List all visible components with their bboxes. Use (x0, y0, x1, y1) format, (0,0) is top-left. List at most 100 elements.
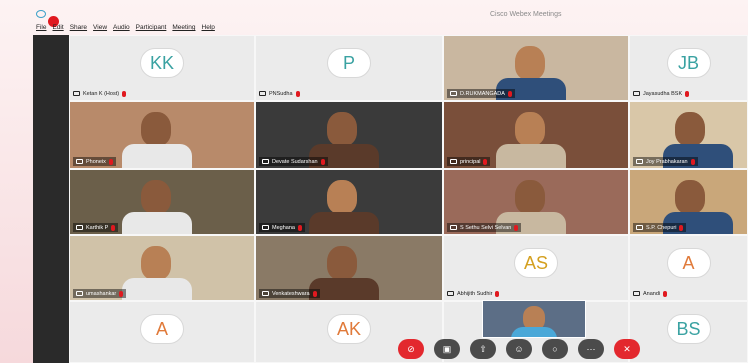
participant-face (515, 46, 545, 80)
video-button[interactable]: ▣ (434, 339, 460, 359)
more-button[interactable]: ⋯ (578, 339, 604, 359)
connection-icon (76, 291, 83, 296)
muted-mic-icon (108, 158, 113, 165)
muted-mic-icon (685, 90, 690, 97)
participant-avatar: AS (514, 248, 558, 278)
participant-face (141, 112, 171, 146)
participant-tile[interactable]: D.RUKMANGADA (443, 35, 629, 101)
connection-icon (633, 91, 640, 96)
participant-tile[interactable]: Joy Prabhakaran (629, 101, 748, 169)
participant-face (515, 180, 545, 214)
muted-mic-icon (663, 290, 668, 297)
participant-name-tag: Venkateshwara (259, 289, 320, 298)
participant-name: principal (460, 158, 481, 165)
menu-audio[interactable]: Audio (113, 24, 130, 34)
participant-name-tag: S Sethu Selvi Selvan (447, 223, 522, 232)
participant-body (496, 144, 566, 168)
participant-name-tag: Joy Prabhakaran (633, 157, 698, 166)
muted-mic-icon (679, 224, 684, 231)
participant-tile[interactable]: principal (443, 101, 629, 169)
participant-tile[interactable]: umashankar (69, 235, 255, 301)
participant-tile[interactable]: A Anandi (629, 235, 748, 301)
muted-mic-icon (483, 158, 488, 165)
participant-avatar: P (327, 48, 371, 78)
participant-grid: KK Ketan K (Host) P PNSudha D.RUKMANGADA JB Ja… (69, 35, 748, 363)
participant-name: Karthik P (86, 224, 109, 231)
participant-tile[interactable]: Venkateshwara (255, 235, 443, 301)
participant-face (675, 112, 705, 146)
participant-name: Ketan K (Host) (83, 90, 120, 97)
participant-face (327, 180, 357, 214)
participant-name-tag: Anandi (633, 289, 668, 298)
mute-button[interactable]: ⊘ (398, 339, 424, 359)
connection-icon (262, 159, 269, 164)
participant-name: Anandi (643, 290, 661, 297)
participant-tile[interactable]: A (69, 301, 255, 363)
participant-tile[interactable]: Meghana (255, 169, 443, 235)
chat-icon: ○ (552, 344, 558, 354)
chat-button[interactable]: ○ (542, 339, 568, 359)
participant-name-tag: Karthik P (73, 223, 119, 232)
menu-help[interactable]: Help (202, 24, 215, 34)
participant-tile[interactable]: S.P. Chepuri (629, 169, 748, 235)
menu-edit[interactable]: Edit (52, 24, 63, 34)
participant-face (675, 180, 705, 214)
participant-avatar: A (666, 248, 711, 278)
leave-meeting-button[interactable]: ✕ (614, 339, 640, 359)
participant-tile[interactable]: JB Jayasudha BSK (629, 35, 748, 101)
participant-face (141, 180, 171, 214)
participant-body (122, 278, 192, 300)
muted-mic-icon (495, 290, 500, 297)
menu-file[interactable]: File (36, 24, 46, 34)
participant-tile[interactable]: S Sethu Selvi Selvan (443, 169, 629, 235)
participant-name: S Sethu Selvi Selvan (460, 224, 512, 231)
participant-avatar: BS (666, 314, 711, 344)
meeting-controls: ⊘ ▣ ⇧ ☺ ○ ⋯ ✕ (398, 339, 640, 361)
participant-name: Jayasudha BSK (643, 90, 683, 97)
muted-mic-icon (295, 90, 300, 97)
microphone-muted-icon: ⊘ (407, 343, 415, 354)
connection-icon (636, 159, 643, 164)
participant-name: Joy Prabhakaran (646, 158, 688, 165)
participant-name: Abhijith Sudhir (457, 290, 493, 297)
share-button[interactable]: ⇧ (470, 339, 496, 359)
participant-face (327, 246, 357, 280)
participant-name-tag: Ketan K (Host) (73, 89, 127, 98)
participant-face (141, 246, 171, 280)
participant-tile[interactable]: P PNSudha (255, 35, 443, 101)
participant-tile[interactable]: KK Ketan K (Host) (69, 35, 255, 101)
participant-name-tag: S.P. Chepuri (633, 223, 687, 232)
participant-tile[interactable]: BS (629, 301, 748, 363)
participant-avatar: AK (327, 314, 371, 344)
camera-icon: ▣ (442, 343, 452, 354)
participant-name-tag: Phoneix (73, 157, 116, 166)
webex-logo-icon (36, 10, 46, 18)
connection-icon (447, 291, 454, 296)
participant-tile[interactable]: AS Abhijith Sudhir (443, 235, 629, 301)
participant-name-tag: Devate Sudarshan (259, 157, 328, 166)
menu-participant[interactable]: Participant (136, 24, 167, 34)
webex-meeting-window: Cisco Webex Meetings File Edit Share Vie… (0, 0, 748, 363)
muted-mic-icon (514, 224, 519, 231)
menu-share[interactable]: Share (70, 24, 87, 34)
participant-name: PNSudha (269, 90, 293, 97)
participant-tile[interactable]: Devate Sudarshan (255, 101, 443, 169)
menu-meeting[interactable]: Meeting (172, 24, 195, 34)
participant-body (122, 212, 192, 234)
participant-tile[interactable]: Phoneix (69, 101, 255, 169)
participant-avatar: JB (666, 48, 711, 78)
connection-icon (636, 225, 643, 230)
muted-mic-icon (297, 224, 302, 231)
menu-view[interactable]: View (93, 24, 107, 34)
participants-button[interactable]: ☺ (506, 339, 532, 359)
self-view-video[interactable] (482, 300, 586, 338)
connection-icon (73, 91, 80, 96)
muted-mic-icon (690, 158, 695, 165)
more-icon: ⋯ (586, 343, 596, 354)
participant-name-tag: Jayasudha BSK (633, 89, 690, 98)
participant-face (327, 112, 357, 146)
participant-name: Meghana (272, 224, 295, 231)
connection-icon (259, 91, 266, 96)
participant-tile[interactable]: Karthik P (69, 169, 255, 235)
participant-name-tag: D.RUKMANGADA (447, 89, 515, 98)
